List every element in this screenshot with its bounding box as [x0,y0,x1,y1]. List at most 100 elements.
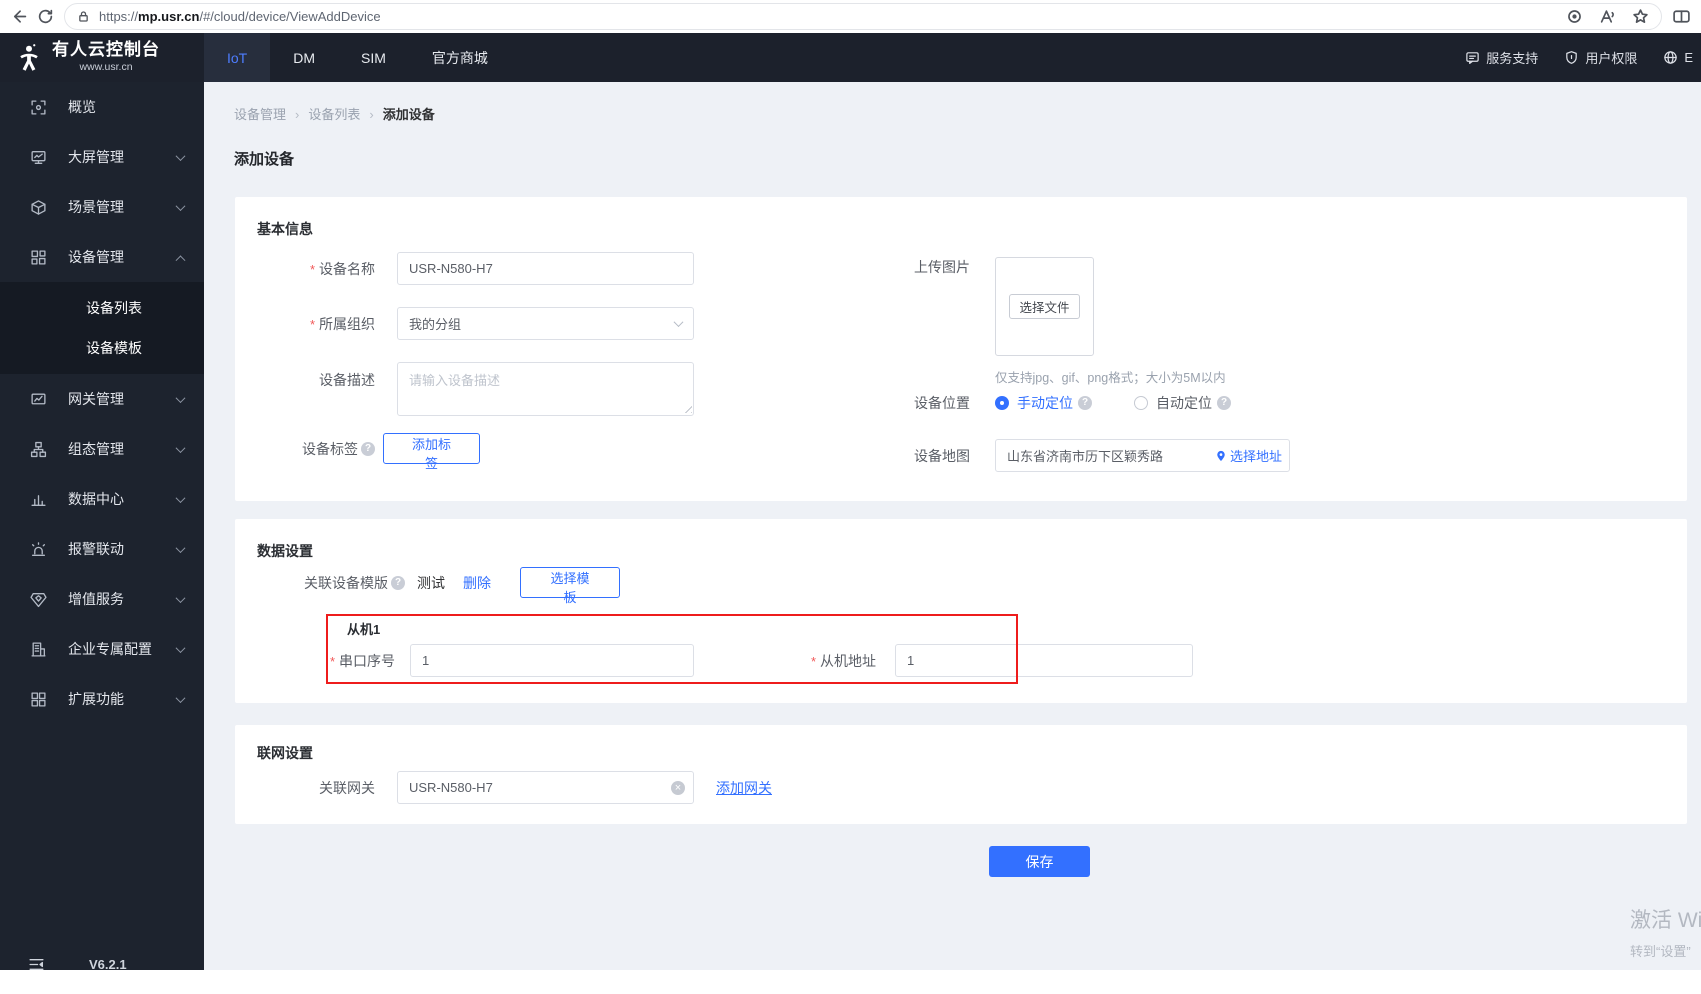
sidebar-item-device[interactable]: 设备管理 [0,232,204,282]
tab-sim[interactable]: SIM [338,33,409,82]
manual-location-radio[interactable] [995,396,1009,410]
sidebar-item-label: 网关管理 [68,391,124,407]
brand-subtitle: www.usr.cn [79,61,133,74]
tab-iot[interactable]: IoT [204,33,271,82]
browser-toolbar: https://mp.usr.cn/#/cloud/device/ViewAdd… [0,0,1701,33]
grid-apps-icon [31,691,46,707]
sidebar-item-gateway[interactable]: 网关管理 [0,374,204,424]
sidebar-item-datacenter[interactable]: 数据中心 [0,474,204,524]
back-icon[interactable] [10,8,27,25]
chevron-down-icon [673,317,684,328]
watermark-line2: 转到“设置” [1630,944,1691,959]
sidebar-item-value-services[interactable]: 增值服务 [0,574,204,624]
upload-dropzone[interactable]: 选择文件 [995,257,1094,356]
read-aloud-icon[interactable] [1599,8,1616,25]
sidebar-item-device-list[interactable]: 设备列表 [0,288,204,328]
tab-mall[interactable]: 官方商城 [409,33,511,82]
split-screen-icon[interactable] [1672,8,1691,25]
auto-location-radio[interactable] [1134,396,1148,410]
help-icon[interactable] [361,441,375,456]
device-description-label: 设备描述 [319,372,375,388]
serial-number-label: 串口序号 [330,651,395,671]
chevron-down-icon [175,692,186,703]
sidebar-item-label: 概览 [68,99,96,115]
add-gateway-link[interactable]: 添加网关 [716,778,772,798]
breadcrumb-add-device: 添加设备 [382,107,435,122]
screen-icon [31,150,46,164]
choose-file-button[interactable]: 选择文件 [1009,294,1080,319]
organization-label: 所属组织 [310,314,375,334]
linked-template-label: 关联设备模版 [304,574,388,591]
device-submenu: 设备列表 设备模板 [0,282,204,374]
manual-location-label[interactable]: 手动定位 [1017,393,1073,413]
brand-logo[interactable]: 有人云控制台 www.usr.cn [0,33,204,82]
comment-icon [1466,52,1480,65]
language-switch[interactable]: E [1663,50,1693,65]
device-location-label: 设备位置 [914,395,970,411]
add-tag-button[interactable]: 添加标签 [383,433,480,471]
chevron-down-icon [175,150,186,161]
user-permissions[interactable]: 用户权限 [1564,48,1637,67]
sidebar-item-bigscreen[interactable]: 大屏管理 [0,132,204,182]
service-support[interactable]: 服务支持 [1465,48,1538,67]
tab-dm[interactable]: DM [270,33,338,82]
lock-icon[interactable] [77,10,90,23]
upload-image-label: 上传图片 [914,259,970,275]
breadcrumb-device-list[interactable]: 设备列表 [308,104,373,123]
bar-chart-icon [31,494,46,506]
sidebar-item-label: 数据中心 [68,491,124,507]
cube-icon [31,199,46,215]
sidebar-item-configuration[interactable]: 组态管理 [0,424,204,474]
breadcrumb-device-management[interactable]: 设备管理 [234,104,299,123]
url-text[interactable]: https://mp.usr.cn/#/cloud/device/ViewAdd… [99,9,1557,24]
org-chart-icon [30,441,47,457]
sidebar-item-extensions[interactable]: 扩展功能 [0,674,204,724]
device-name-input[interactable] [397,252,694,285]
sidebar-item-device-template[interactable]: 设备模板 [0,328,204,368]
linked-gateway-input[interactable] [397,771,694,804]
serial-number-input[interactable] [410,644,694,677]
watermark-line1: 激活 Wi [1630,909,1701,932]
choose-template-button[interactable]: 选择模板 [520,567,620,605]
slave-group-title: 从机1 [347,622,381,637]
choose-address-link[interactable]: 选择地址 [1215,446,1282,465]
clear-input-icon[interactable] [671,780,685,795]
auto-location-label[interactable]: 自动定位 [1156,393,1212,413]
sidebar-nav: 概览 大屏管理 场景管理 设备管理 设备列表 设备模板 网关管理 组态管理 数据… [0,82,204,988]
sidebar-item-alarm[interactable]: 报警联动 [0,524,204,574]
sidebar-item-label: 扩展功能 [68,691,124,707]
locate-icon[interactable] [1566,8,1583,25]
refresh-icon[interactable] [37,8,54,25]
device-tag-label: 设备标签 [302,440,358,457]
help-icon[interactable] [391,575,405,590]
sidebar-item-label: 设备管理 [68,249,124,265]
help-icon[interactable] [1217,396,1231,410]
chevron-down-icon [175,200,186,211]
favorite-star-icon[interactable] [1632,8,1649,25]
upload-hint: 仅支持jpg、gif、png格式；大小为5M以内 [995,371,1226,385]
device-name-label: 设备名称 [310,259,375,279]
basic-info-title: 基本信息 [257,221,313,237]
badge-diamond-icon [30,592,47,607]
save-button[interactable]: 保存 [989,846,1090,877]
network-settings-card: 联网设置 关联网关 添加网关 [235,725,1687,824]
address-bar[interactable]: https://mp.usr.cn/#/cloud/device/ViewAdd… [64,3,1662,30]
device-squares-icon [31,249,46,265]
usr-person-logo-icon [20,43,38,71]
device-description-textarea[interactable] [397,362,694,416]
chevron-down-icon [175,642,186,653]
sidebar-item-label: 增值服务 [68,591,124,607]
organization-select[interactable]: 我的分组 [397,307,694,340]
delete-template-link[interactable]: 删除 [463,573,491,593]
sidebar-item-enterprise[interactable]: 企业专属配置 [0,624,204,674]
organization-value: 我的分组 [409,317,462,332]
sidebar-item-label: 场景管理 [68,199,124,215]
slave-address-input[interactable] [895,644,1193,677]
sidebar-item-overview[interactable]: 概览 [0,82,204,132]
sidebar-item-scene[interactable]: 场景管理 [0,182,204,232]
chevron-down-icon [175,442,186,453]
help-icon[interactable] [1078,396,1092,410]
shield-icon [1566,51,1578,64]
slave-address-label: 从机地址 [811,651,876,671]
chevron-down-icon [175,542,186,553]
